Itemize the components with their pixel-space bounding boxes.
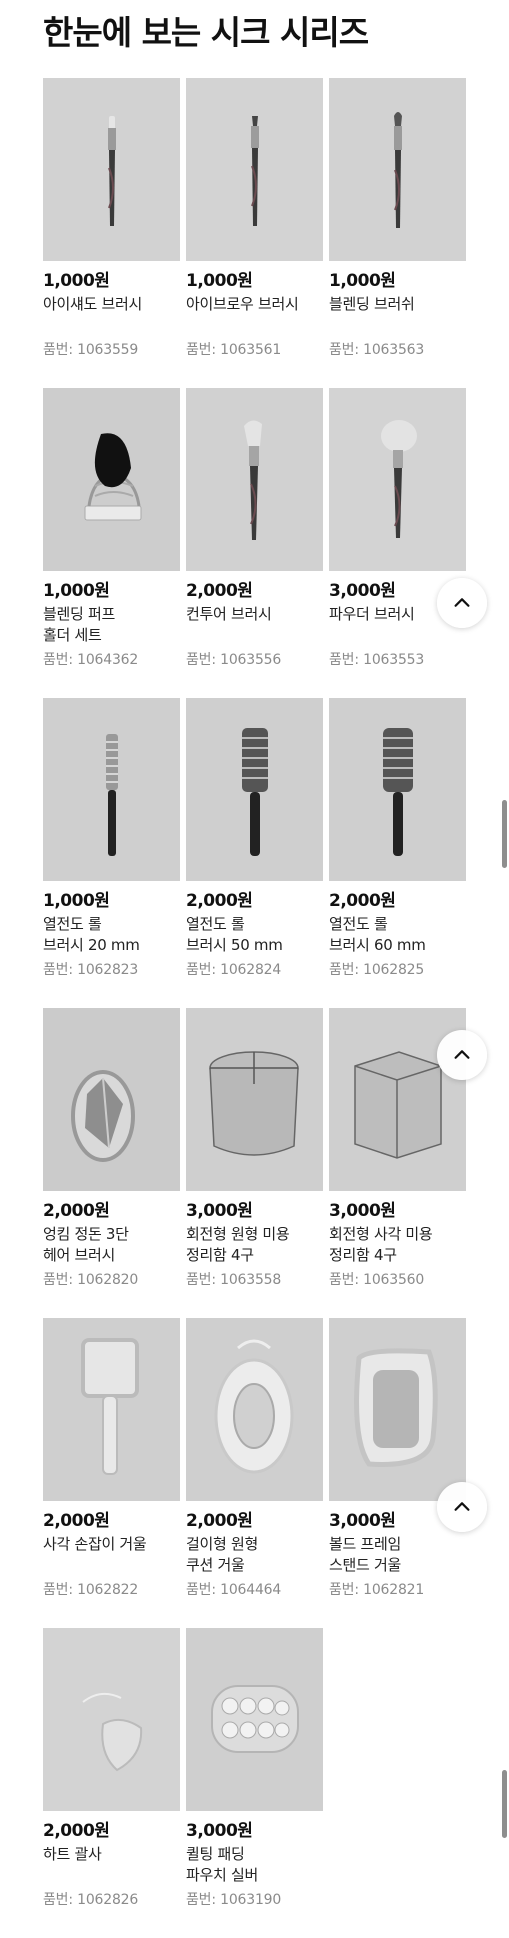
scrollbar-thumb[interactable] bbox=[502, 800, 507, 868]
product-name[interactable]: 열전도 롤 브러시 50 mm bbox=[186, 914, 323, 956]
product-name[interactable]: 퀼팅 패딩 파우치 실버 bbox=[186, 1844, 323, 1886]
product-card[interactable]: 1,000원블렌딩 브러쉬품번: 1063563 bbox=[329, 78, 466, 388]
product-card[interactable]: 2,000원엉킴 정돈 3단 헤어 브러시품번: 1062820 bbox=[43, 1008, 180, 1318]
product-name[interactable]: 블렌딩 퍼프 홀더 세트 bbox=[43, 604, 180, 646]
product-card[interactable]: 2,000원열전도 롤 브러시 50 mm 품번: 1062824 bbox=[186, 698, 323, 1008]
product-card[interactable]: 1,000원블렌딩 퍼프 홀더 세트품번: 1064362 bbox=[43, 388, 180, 698]
product-price: 1,000원 bbox=[329, 271, 396, 291]
product-code: 품번: 1063558 bbox=[186, 1272, 282, 1288]
product-card[interactable]: 1,000원열전도 롤 브러시 20 mm 품번: 1062823 bbox=[43, 698, 180, 1008]
product-grid: 1,000원 아이섀도 브러시 품번: 1063559 1,000원 아이브로우 브러시… bbox=[43, 78, 468, 1938]
product-price: 2,000원 bbox=[186, 581, 253, 601]
product-name[interactable]: 블렌딩 브러쉬 bbox=[329, 294, 466, 336]
product-code: 품번: 1063556 bbox=[186, 652, 282, 668]
product-card[interactable]: 2,000원걸이형 원형 쿠션 거울품번: 1064464 bbox=[186, 1318, 323, 1628]
product-code: 품번: 1062820 bbox=[43, 1272, 139, 1288]
product-name[interactable]: 열전도 롤 브러시 20 mm bbox=[43, 914, 180, 956]
product-card[interactable]: 2,000원사각 손잡이 거울품번: 1062822 bbox=[43, 1318, 180, 1628]
product-image[interactable] bbox=[43, 1008, 180, 1191]
product-image[interactable] bbox=[329, 388, 466, 571]
product-code: 품번: 1062824 bbox=[186, 962, 282, 978]
product-image[interactable] bbox=[43, 1628, 180, 1811]
product-name[interactable]: 회전형 원형 미용 정리함 4구 bbox=[186, 1224, 323, 1266]
product-code: 품번: 1062825 bbox=[329, 962, 425, 978]
product-image[interactable] bbox=[329, 1318, 466, 1501]
product-name[interactable]: 하트 괄사 bbox=[43, 1844, 180, 1886]
product-name[interactable]: 사각 손잡이 거울 bbox=[43, 1534, 180, 1576]
scroll-to-top-button[interactable] bbox=[437, 1482, 487, 1532]
product-card[interactable]: 2,000원열전도 롤 브러시 60 mm 품번: 1062825 bbox=[329, 698, 466, 1008]
product-price: 2,000원 bbox=[186, 1511, 253, 1531]
product-card[interactable]: 3,000원회전형 원형 미용 정리함 4구품번: 1063558 bbox=[186, 1008, 323, 1318]
product-image[interactable] bbox=[186, 698, 323, 881]
product-card[interactable]: 3,000원 파우더 브러시 품번: 1063553 bbox=[329, 388, 466, 698]
chevron-up-icon bbox=[454, 1502, 470, 1511]
product-name[interactable]: 회전형 사각 미용 정리함 4구 bbox=[329, 1224, 466, 1266]
product-image[interactable] bbox=[43, 698, 180, 881]
chevron-up-icon bbox=[454, 598, 470, 607]
product-code: 품번: 1064464 bbox=[186, 1582, 282, 1598]
product-code: 품번: 1063553 bbox=[329, 652, 425, 668]
product-code: 품번: 1062822 bbox=[43, 1582, 139, 1598]
product-price: 3,000원 bbox=[329, 1201, 396, 1221]
product-price: 1,000원 bbox=[43, 891, 110, 911]
product-price: 2,000원 bbox=[43, 1821, 110, 1841]
product-price: 1,000원 bbox=[43, 581, 110, 601]
product-image[interactable] bbox=[43, 1318, 180, 1501]
product-card[interactable]: 3,000원퀼팅 패딩 파우치 실버품번: 1063190 bbox=[186, 1628, 323, 1938]
product-card[interactable]: 1,000원아이브로우 브러시품번: 1063561 bbox=[186, 78, 323, 388]
product-name[interactable]: 열전도 롤 브러시 60 mm bbox=[329, 914, 466, 956]
product-price: 2,000원 bbox=[186, 891, 253, 911]
product-image[interactable] bbox=[186, 1628, 323, 1811]
product-card[interactable]: 1,000원아이섀도 브러시품번: 1063559 bbox=[43, 78, 180, 388]
product-code: 품번: 1063563 bbox=[329, 342, 425, 358]
product-name[interactable]: 볼드 프레임 스탠드 거울 bbox=[329, 1534, 466, 1576]
product-price: 2,000원 bbox=[43, 1511, 110, 1531]
product-name[interactable]: 아이브로우 브러시 bbox=[186, 294, 323, 336]
product-image[interactable] bbox=[186, 1318, 323, 1501]
product-image[interactable] bbox=[186, 388, 323, 571]
product-image[interactable] bbox=[186, 1008, 323, 1191]
product-code: 품번: 1064362 bbox=[43, 652, 139, 668]
product-code: 품번: 1062826 bbox=[43, 1892, 139, 1908]
product-image[interactable] bbox=[43, 78, 180, 261]
product-code: 품번: 1063560 bbox=[329, 1272, 425, 1288]
product-price: 1,000원 bbox=[186, 271, 253, 291]
product-name[interactable]: 걸이형 원형 쿠션 거울 bbox=[186, 1534, 323, 1576]
product-price: 2,000원 bbox=[329, 891, 396, 911]
product-image[interactable] bbox=[329, 78, 466, 261]
chevron-up-icon bbox=[454, 1050, 470, 1059]
product-image[interactable] bbox=[186, 78, 323, 261]
product-name[interactable]: 아이섀도 브러시 bbox=[43, 294, 180, 336]
product-card[interactable]: 3,000원 볼드 프레임 스탠드 거울 품번: 1062821 bbox=[329, 1318, 466, 1628]
product-code: 품번: 1063559 bbox=[43, 342, 139, 358]
product-name[interactable]: 엉킴 정돈 3단 헤어 브러시 bbox=[43, 1224, 180, 1266]
scroll-to-top-button[interactable] bbox=[437, 578, 487, 628]
product-price: 1,000원 bbox=[43, 271, 110, 291]
product-card[interactable]: 2,000원컨투어 브러시품번: 1063556 bbox=[186, 388, 323, 698]
scroll-to-top-button[interactable] bbox=[437, 1030, 487, 1080]
product-code: 품번: 1063190 bbox=[186, 1892, 282, 1908]
scrollbar-thumb[interactable] bbox=[502, 1770, 507, 1838]
product-price: 2,000원 bbox=[43, 1201, 110, 1221]
page-title: 한눈에 보는 시크 시리즈 bbox=[43, 13, 369, 52]
product-name[interactable]: 컨투어 브러시 bbox=[186, 604, 323, 646]
product-code: 품번: 1063561 bbox=[186, 342, 282, 358]
product-image[interactable] bbox=[43, 388, 180, 571]
product-image[interactable] bbox=[329, 698, 466, 881]
product-code: 품번: 1062823 bbox=[43, 962, 139, 978]
product-price: 3,000원 bbox=[186, 1201, 253, 1221]
product-card[interactable]: 2,000원하트 괄사품번: 1062826 bbox=[43, 1628, 180, 1938]
product-code: 품번: 1062821 bbox=[329, 1582, 425, 1598]
product-price: 3,000원 bbox=[186, 1821, 253, 1841]
